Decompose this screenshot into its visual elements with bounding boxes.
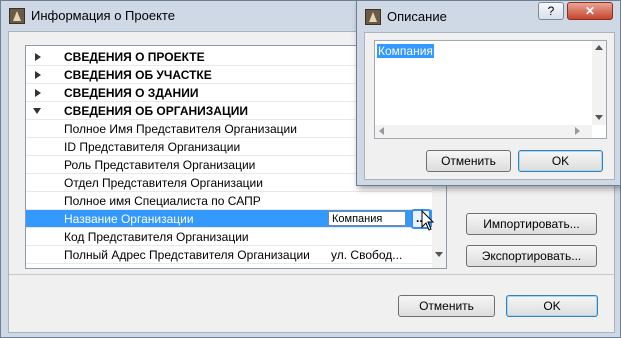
description-textarea[interactable]: Компания xyxy=(374,40,607,139)
property-value: ул. Свобод... xyxy=(331,248,403,262)
archicad-app-icon xyxy=(365,9,381,25)
popup-ok-button[interactable]: OK xyxy=(518,150,603,172)
scroll-left-icon[interactable] xyxy=(379,127,384,135)
property-row-selected[interactable]: Название Организации Компания ... xyxy=(26,209,434,229)
scroll-up-icon[interactable] xyxy=(595,45,603,50)
cancel-button[interactable]: Отменить xyxy=(398,295,495,317)
ok-button[interactable]: OK xyxy=(506,295,598,317)
group-label: СВЕДЕНИЯ ОБ ОРГАНИЗАЦИИ xyxy=(64,104,248,118)
property-label: Код Представителя Организации xyxy=(64,230,249,244)
separator xyxy=(9,274,614,275)
collapse-triangle-icon[interactable] xyxy=(33,108,41,114)
expand-triangle-icon[interactable] xyxy=(35,53,41,61)
property-label: Роль Представителя Организации xyxy=(64,158,256,172)
property-label: Отдел Представителя Организации xyxy=(64,176,263,190)
archicad-app-icon xyxy=(9,8,25,24)
mouse-cursor-icon xyxy=(421,210,435,231)
scroll-down-icon[interactable] xyxy=(435,252,443,257)
expand-triangle-icon[interactable] xyxy=(35,71,41,79)
popup-title: Описание xyxy=(387,9,447,24)
expand-triangle-icon[interactable] xyxy=(35,89,41,97)
property-label: Название Организации xyxy=(64,212,194,226)
scroll-right-icon[interactable] xyxy=(575,127,580,135)
scroll-down-icon[interactable] xyxy=(595,115,603,120)
popup-client-area: Компания Отменить OK xyxy=(364,32,615,180)
popup-cancel-button[interactable]: Отменить xyxy=(426,150,511,172)
textarea-hscroll[interactable] xyxy=(375,125,592,138)
group-label: СВЕДЕНИЯ ОБ УЧАСТКЕ xyxy=(64,68,212,82)
help-icon[interactable]: ? xyxy=(538,2,564,20)
import-button[interactable]: Импортировать... xyxy=(466,213,597,235)
description-text: Компания xyxy=(377,44,434,58)
property-row[interactable]: Код Представителя Организации xyxy=(26,228,434,246)
close-icon[interactable]: ✕ xyxy=(567,2,613,20)
property-row[interactable]: Полный Адрес Представителя Организации у… xyxy=(26,246,434,264)
property-label: Полное Имя Представителя Организации xyxy=(64,122,297,136)
property-label: Полное имя Специалиста по САПР xyxy=(64,194,261,208)
group-label: СВЕДЕНИЯ О ЗДАНИИ xyxy=(64,86,199,100)
main-window-title: Информация о Проекте xyxy=(31,8,175,23)
export-button[interactable]: Экспортировать... xyxy=(466,245,597,267)
description-popup: Описание ? ✕ Компания Отменить OK xyxy=(356,0,621,186)
textarea-vscroll[interactable] xyxy=(592,41,606,125)
property-row[interactable]: Полное имя Специалиста по САПР xyxy=(26,192,434,210)
property-value-input[interactable]: Компания xyxy=(328,211,406,226)
group-label: СВЕДЕНИЯ О ПРОЕКТЕ xyxy=(64,50,205,64)
property-label: Полный Адрес Представителя Организации xyxy=(64,248,310,262)
property-label: ID Представителя Организации xyxy=(64,140,241,154)
